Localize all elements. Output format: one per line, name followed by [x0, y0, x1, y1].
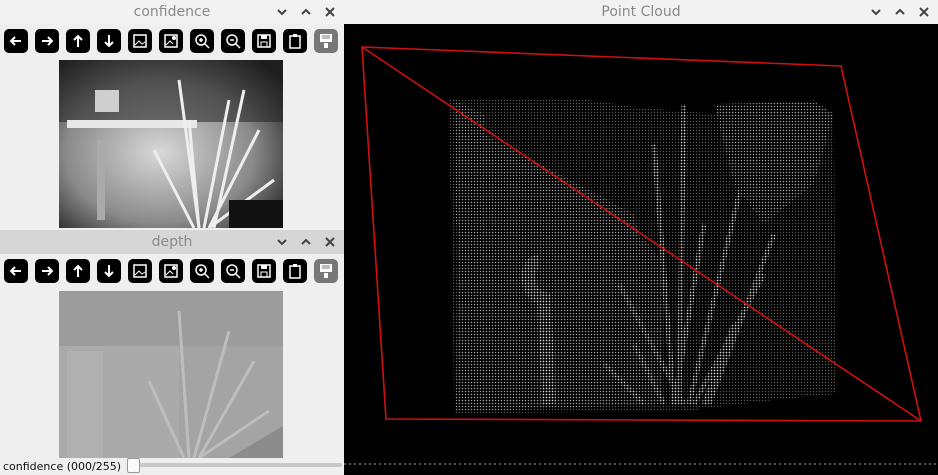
confidence-titlebar[interactable]: confidence [0, 0, 344, 24]
confidence-window: confidence [0, 0, 344, 232]
image-settings-icon[interactable] [159, 29, 183, 53]
zoom-in-icon[interactable] [190, 259, 214, 283]
close-icon[interactable] [322, 234, 338, 250]
confidence-toolbar [4, 29, 338, 53]
image-settings-icon[interactable] [159, 259, 183, 283]
confidence-slider-row: confidence (000/255) [0, 458, 344, 475]
properties-icon[interactable] [314, 29, 338, 53]
arrow-up-icon[interactable] [66, 259, 90, 283]
clipboard-icon[interactable] [283, 259, 307, 283]
arrow-down-icon[interactable] [97, 259, 121, 283]
confidence-slider-track[interactable] [132, 463, 342, 467]
save-icon[interactable] [252, 29, 276, 53]
arrow-right-icon[interactable] [35, 259, 59, 283]
zoom-out-icon[interactable] [221, 29, 245, 53]
depth-titlebar[interactable]: depth [0, 230, 344, 254]
depth-toolbar [4, 259, 338, 283]
pointcloud-title: Point Cloud [601, 4, 681, 20]
chevron-down-icon[interactable] [274, 4, 290, 20]
chevron-up-icon[interactable] [298, 4, 314, 20]
point-cloud-view[interactable] [344, 24, 938, 475]
image-icon[interactable] [128, 29, 152, 53]
zoom-out-icon[interactable] [221, 259, 245, 283]
clipboard-icon[interactable] [283, 29, 307, 53]
close-icon[interactable] [322, 4, 338, 20]
depth-image [59, 291, 283, 458]
chevron-up-icon[interactable] [298, 234, 314, 250]
point-cloud-points [344, 98, 938, 465]
arrow-left-icon[interactable] [4, 29, 28, 53]
pointcloud-titlebar[interactable]: Point Cloud [344, 0, 938, 24]
arrow-left-icon[interactable] [4, 259, 28, 283]
pointcloud-window: Point Cloud [344, 0, 938, 475]
confidence-image [59, 60, 283, 228]
arrow-up-icon[interactable] [66, 29, 90, 53]
save-icon[interactable] [252, 259, 276, 283]
chevron-down-icon[interactable] [868, 4, 884, 20]
close-icon[interactable] [916, 4, 932, 20]
confidence-slider-label: confidence (000/255) [3, 460, 121, 473]
zoom-in-icon[interactable] [190, 29, 214, 53]
chevron-up-icon[interactable] [892, 4, 908, 20]
chevron-down-icon[interactable] [274, 234, 290, 250]
properties-icon[interactable] [314, 259, 338, 283]
image-icon[interactable] [128, 259, 152, 283]
arrow-down-icon[interactable] [97, 29, 121, 53]
depth-window: depth [0, 230, 344, 475]
confidence-slider-thumb[interactable] [127, 458, 140, 473]
arrow-right-icon[interactable] [35, 29, 59, 53]
